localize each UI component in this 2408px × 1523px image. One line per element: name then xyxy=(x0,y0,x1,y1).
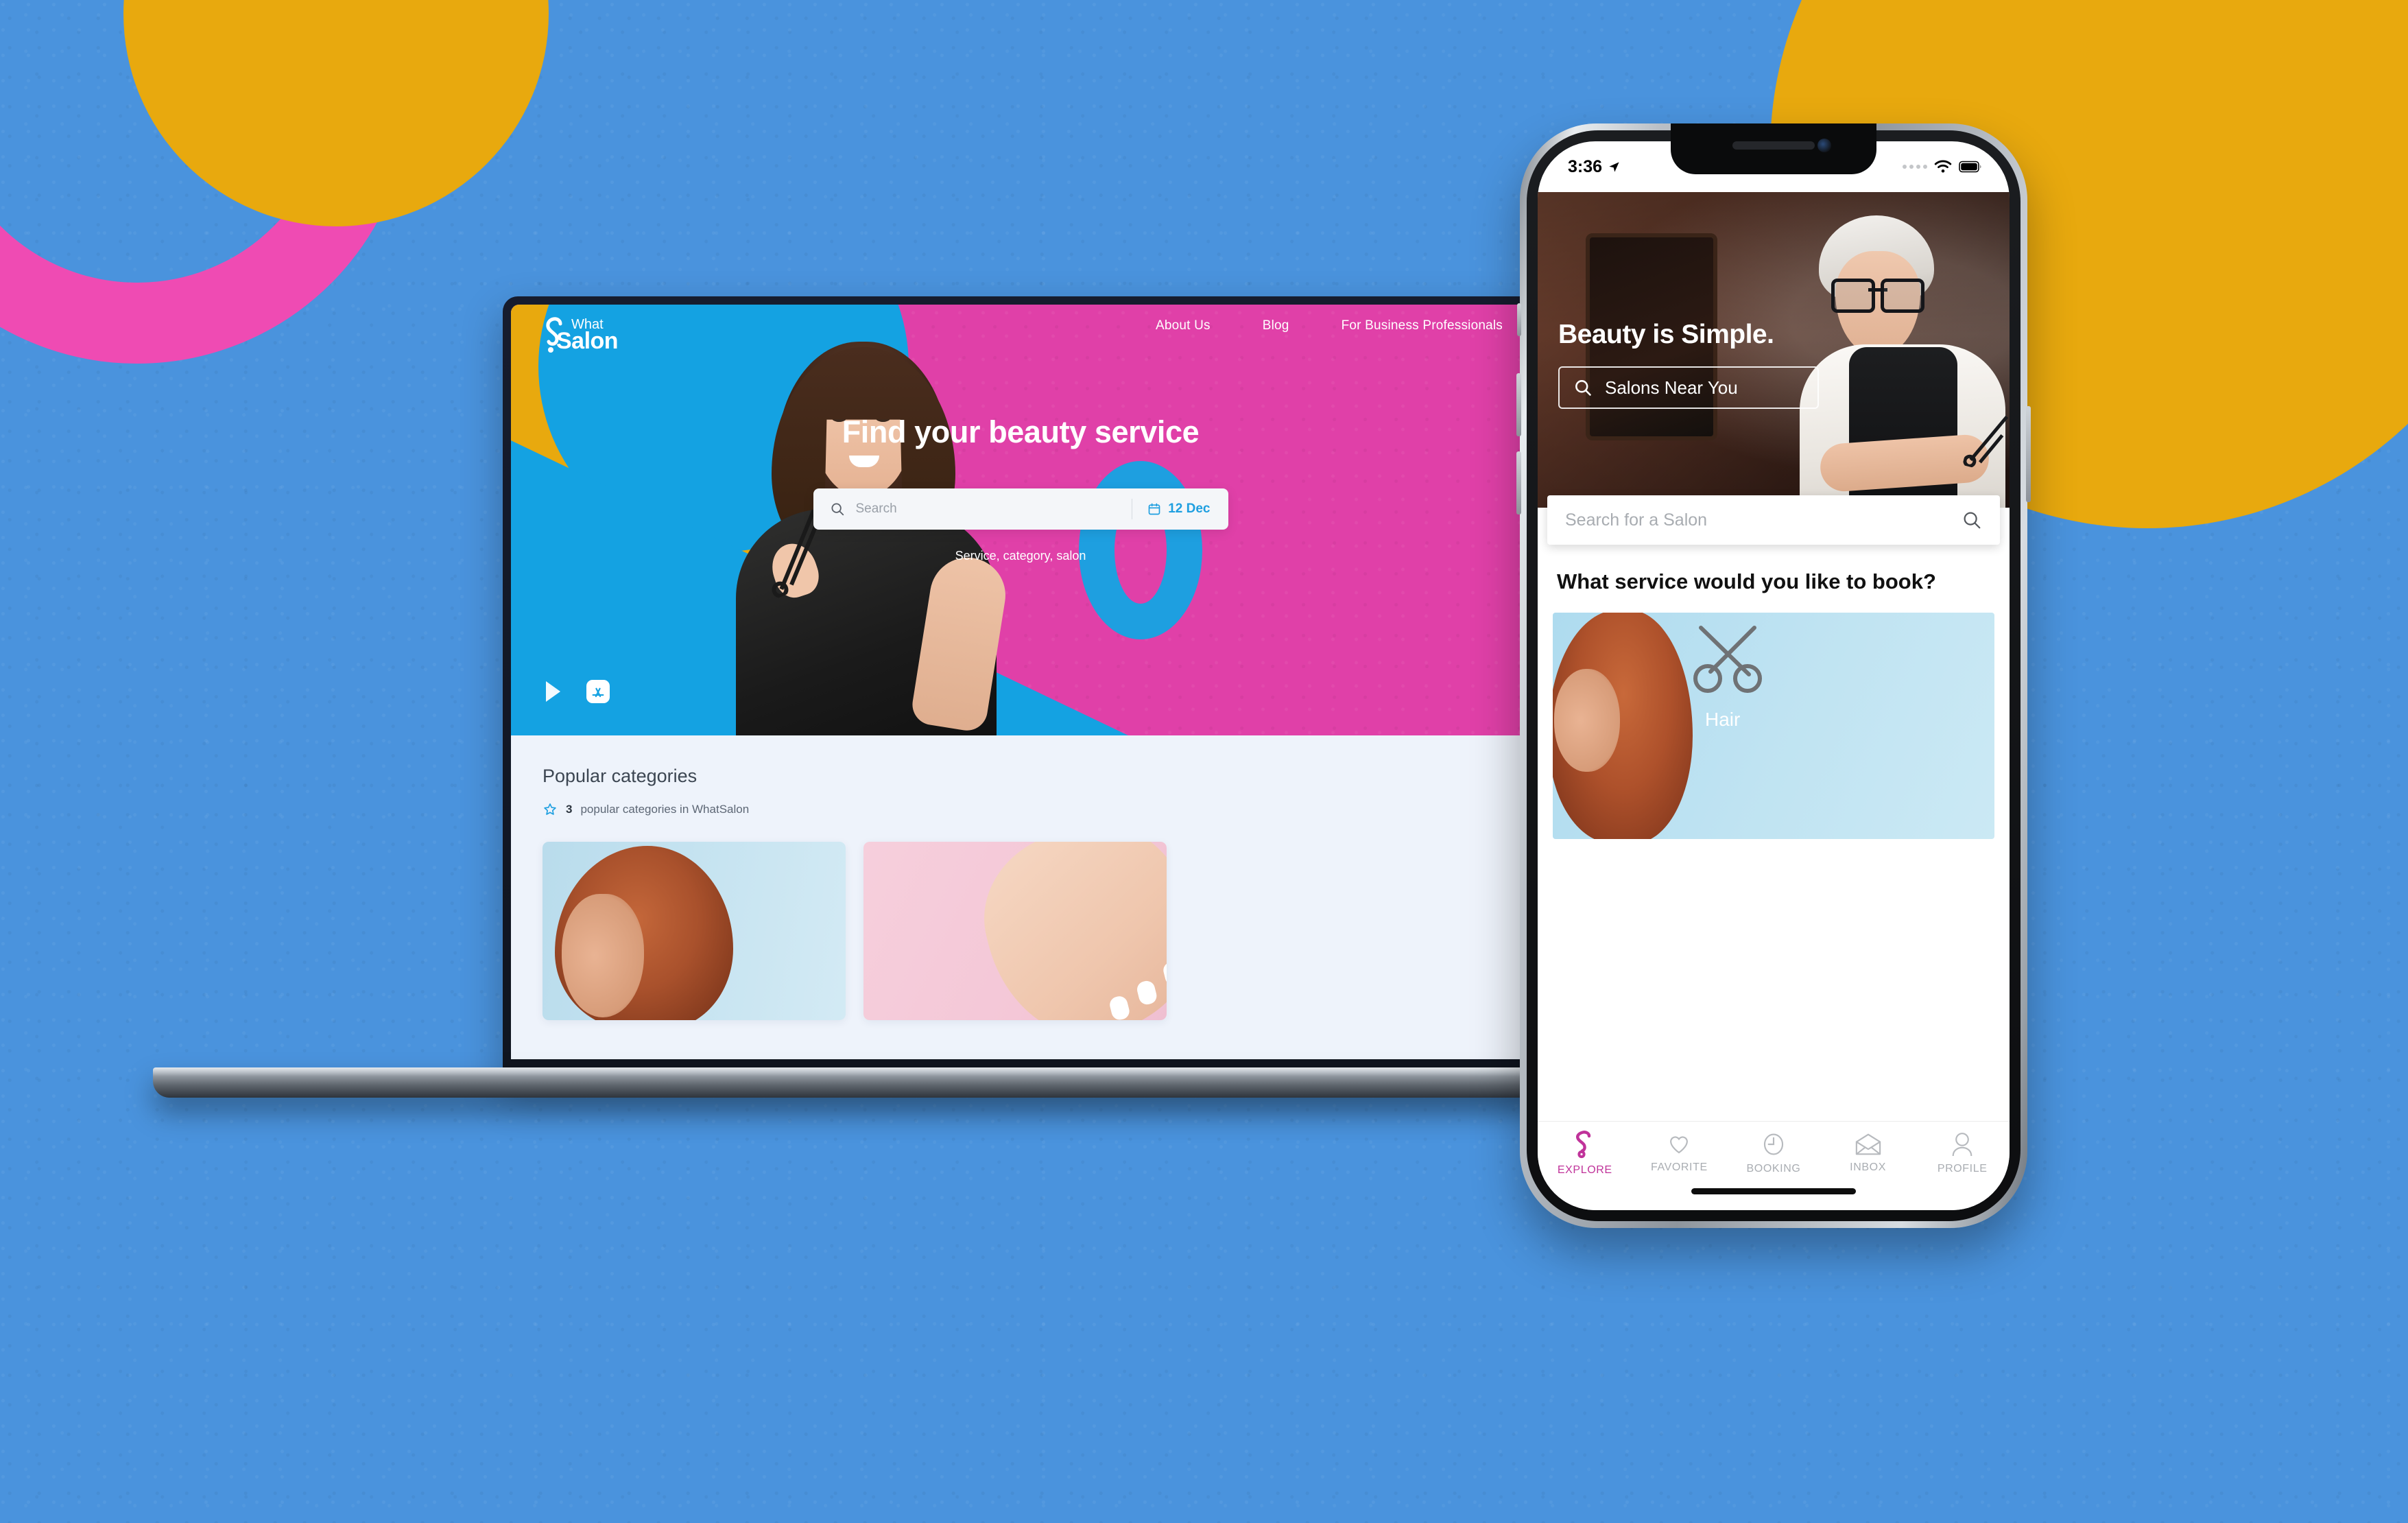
logo-word-salon: Salon xyxy=(556,328,619,355)
whatsalon-logo-icon xyxy=(1575,1130,1590,1158)
popular-categories-count-suffix: popular categories in WhatSalon xyxy=(580,803,750,816)
tab-profile-label: PROFILE xyxy=(1937,1162,1988,1174)
hero-search-bar[interactable]: Search 12 Dec xyxy=(813,488,1228,530)
tab-booking[interactable]: BOOKING xyxy=(1732,1131,1815,1175)
signal-dots-icon xyxy=(1903,165,1927,169)
category-card-grid xyxy=(543,842,1530,1020)
app-tab-bar: EXPLORE FAVORITE BOOKING INBOX PROFILE xyxy=(1538,1121,2010,1187)
tab-inbox[interactable]: INBOX xyxy=(1827,1133,1909,1174)
popular-categories-heading: Popular categories xyxy=(543,766,698,786)
tab-explore[interactable]: EXPLORE xyxy=(1544,1130,1626,1177)
tab-favorite-label: FAVORITE xyxy=(1651,1161,1708,1173)
category-card-nails[interactable] xyxy=(863,842,1167,1020)
site-logo[interactable]: What Salon xyxy=(543,317,619,355)
wifi-icon xyxy=(1934,160,1952,173)
app-hero-stylist-photo xyxy=(1793,213,2010,508)
salons-near-you-label: Salons Near You xyxy=(1605,377,1738,398)
phone-screen: 3:36 Beauty is Simple. Salons Near You S… xyxy=(1538,141,2010,1210)
status-bar-time: 3:36 xyxy=(1568,156,1603,176)
app-hero-title: Beauty is Simple. xyxy=(1558,320,1774,349)
google-play-icon[interactable] xyxy=(543,679,567,704)
app-hero: Beauty is Simple. Salons Near You xyxy=(1538,192,2010,508)
phone-notch xyxy=(1671,123,1876,174)
heart-icon xyxy=(1670,1135,1689,1153)
hero-subtitle: Service, category, salon xyxy=(955,549,1086,563)
tab-favorite[interactable]: FAVORITE xyxy=(1638,1133,1720,1174)
tab-inbox-label: INBOX xyxy=(1850,1161,1886,1173)
tab-profile[interactable]: PROFILE xyxy=(1921,1131,2003,1175)
app-store-badges xyxy=(543,679,610,704)
popular-categories-count: 3 xyxy=(566,803,573,816)
nav-link-about-us[interactable]: About Us xyxy=(1156,318,1211,333)
hero-date-picker[interactable]: 12 Dec xyxy=(1132,501,1228,517)
laptop-screen: What Salon About Us Blog For Business Pr… xyxy=(511,305,1530,1059)
search-icon[interactable] xyxy=(1962,510,1982,530)
service-card-label: Hair xyxy=(1705,709,1741,731)
salons-near-you-button[interactable]: Salons Near You xyxy=(1558,366,1819,409)
app-question-heading: What service would you like to book? xyxy=(1557,569,1936,593)
hero-title: Find your beauty service xyxy=(842,414,1200,449)
phone-power-button[interactable] xyxy=(2026,406,2031,502)
location-arrow-icon xyxy=(1609,161,1619,172)
popular-categories-subtitle: 3 popular categories in WhatSalon xyxy=(543,802,1530,817)
glasses-icon xyxy=(1831,279,1924,313)
nav-link-for-business-professionals[interactable]: For Business Professionals xyxy=(1342,318,1503,333)
category-nails-photo xyxy=(966,842,1167,1020)
status-bar-left: 3:36 xyxy=(1568,157,1621,177)
popular-categories-section: Popular categories 3 popular categories … xyxy=(511,735,1530,1059)
laptop-base xyxy=(153,1067,1586,1098)
tab-booking-label: BOOKING xyxy=(1746,1162,1801,1174)
hero-content: Find your beauty service Search 12 Dec S… xyxy=(511,414,1530,563)
laptop-mockup: What Salon About Us Blog For Business Pr… xyxy=(153,296,1586,1106)
app-store-icon[interactable] xyxy=(586,680,610,703)
category-hair-photo xyxy=(555,846,733,1020)
earpiece-speaker xyxy=(1732,141,1815,150)
calendar-icon xyxy=(1148,503,1160,515)
service-card-hair[interactable]: Hair xyxy=(1553,613,1994,840)
search-icon xyxy=(1575,380,1591,396)
hero-search-input[interactable]: Search xyxy=(856,501,1132,517)
front-camera xyxy=(1817,139,1831,152)
search-icon xyxy=(813,501,856,517)
home-indicator[interactable] xyxy=(1538,1187,2010,1210)
person-icon xyxy=(1952,1132,1972,1156)
status-bar-right xyxy=(1903,160,1982,174)
site-logo-wordmark: What Salon xyxy=(556,318,619,353)
website-hero: What Salon About Us Blog For Business Pr… xyxy=(511,305,1530,735)
star-icon xyxy=(544,803,556,815)
hero-date-value: 12 Dec xyxy=(1168,501,1211,516)
scissors-icon xyxy=(1693,626,1762,694)
site-navigation: About Us Blog For Business Professionals xyxy=(1156,318,1530,333)
category-card-hair[interactable] xyxy=(543,842,846,1020)
app-search-input[interactable]: Search for a Salon xyxy=(1565,510,1962,530)
clock-icon xyxy=(1763,1133,1784,1155)
envelope-icon xyxy=(1855,1133,1881,1155)
app-search-bar[interactable]: Search for a Salon xyxy=(1547,495,2000,545)
nav-link-blog[interactable]: Blog xyxy=(1263,318,1289,333)
phone-mockup: 3:36 Beauty is Simple. Salons Near You S… xyxy=(1516,123,2031,1228)
tab-explore-label: EXPLORE xyxy=(1557,1164,1612,1176)
app-hero-content: Beauty is Simple. Salons Near You xyxy=(1558,320,1819,409)
battery-icon xyxy=(1959,161,1981,173)
service-card-photo xyxy=(1553,613,1693,840)
